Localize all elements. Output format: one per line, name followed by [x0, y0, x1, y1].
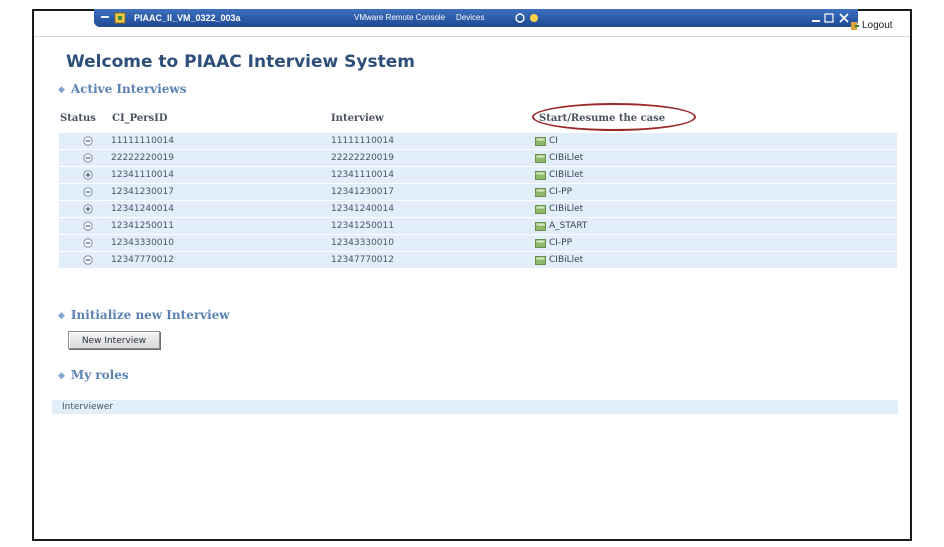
persid-cell: 12341110014 [111, 170, 174, 180]
case-link[interactable]: CI-PP [535, 235, 572, 251]
case-icon [535, 136, 546, 146]
persid-cell: 22222220019 [111, 153, 174, 163]
case-label: CIBiLlet [549, 170, 584, 180]
vm-title: PIAAC_II_VM_0322_003a [134, 13, 241, 23]
interview-cell: 12341110014 [331, 170, 394, 180]
header-divider [34, 36, 910, 37]
annotation-oval [532, 103, 696, 131]
pin-icon[interactable] [100, 12, 110, 22]
page-title: Welcome to PIAAC Interview System [66, 52, 415, 72]
col-header-persid: CI_PersID [112, 113, 168, 124]
table-row: 12343330010 12343330010 CI-PP [59, 235, 897, 251]
persid-cell: 12341240014 [111, 204, 174, 214]
case-label: CIBiLlet [549, 153, 584, 163]
col-header-interview: Interview [331, 113, 384, 124]
vm-power-icon [114, 12, 126, 24]
menu-remote-console[interactable]: VMware Remote Console [354, 9, 445, 27]
case-link[interactable]: CI-PP [535, 184, 572, 200]
status-icon[interactable] [83, 255, 93, 265]
user-info-strip [590, 26, 820, 34]
case-label: CIBiLlet [549, 204, 584, 214]
case-icon [535, 255, 546, 265]
interview-cell: 12341250011 [331, 221, 394, 231]
vm-tools-icon[interactable] [514, 12, 542, 24]
case-link[interactable]: CI [535, 133, 558, 149]
persid-cell: 12343330010 [111, 238, 174, 248]
case-label: CI-PP [549, 238, 573, 248]
table-row: 12341230017 12341230017 CI-PP [59, 184, 897, 200]
case-label: CI-PP [549, 187, 573, 197]
logout-icon [851, 21, 859, 30]
section-label: My roles [70, 368, 129, 382]
status-icon[interactable] [83, 238, 93, 248]
section-bullet-icon: ◆ [58, 311, 65, 321]
interview-cell: 12347770012 [331, 255, 394, 265]
interviews-table: 11111110014 11111110014 CI 22222220019 2… [59, 133, 897, 269]
section-active-interviews[interactable]: ◆ Active Interviews [58, 82, 187, 96]
case-icon [535, 221, 546, 231]
interview-cell: 12343330010 [331, 238, 394, 248]
vm-console-bar: PIAAC_II_VM_0322_003a VMware Remote Cons… [94, 9, 858, 27]
case-link[interactable]: CIBiLlet [535, 252, 583, 268]
interview-cell: 12341240014 [331, 204, 394, 214]
case-link[interactable]: CIBiLlet [535, 167, 583, 183]
section-bullet-icon: ◆ [58, 85, 65, 95]
new-interview-button[interactable]: New Interview [68, 331, 160, 349]
case-icon [535, 153, 546, 163]
table-row: 22222220019 22222220019 CIBiLlet [59, 150, 897, 166]
persid-cell: 12347770012 [111, 255, 174, 265]
case-link[interactable]: CIBiLlet [535, 150, 583, 166]
section-label: Active Interviews [70, 82, 187, 96]
table-row: 11111110014 11111110014 CI [59, 133, 897, 149]
table-row: 12347770012 12347770012 CIBiLlet [59, 252, 897, 268]
interview-cell: 11111110014 [331, 136, 394, 146]
interview-cell: 22222220019 [331, 153, 394, 163]
section-bullet-icon: ◆ [58, 371, 65, 381]
section-my-roles[interactable]: ◆ My roles [58, 368, 129, 382]
table-row: 12341110014 12341110014 CIBiLlet [59, 167, 897, 183]
window-controls-icon[interactable] [810, 11, 852, 25]
persid-cell: 12341250011 [111, 221, 174, 231]
status-icon[interactable] [83, 170, 93, 180]
case-link[interactable]: CIBiLlet [535, 201, 583, 217]
interview-cell: 12341230017 [331, 187, 394, 197]
status-icon[interactable] [83, 187, 93, 197]
status-icon[interactable] [83, 204, 93, 214]
case-link[interactable]: A_START [535, 218, 587, 234]
status-icon[interactable] [83, 153, 93, 163]
case-label: CIBiLlet [549, 255, 584, 265]
persid-cell: 12341230017 [111, 187, 174, 197]
logout-link[interactable]: Logout [850, 20, 893, 31]
case-icon [535, 187, 546, 197]
case-icon [535, 170, 546, 180]
role-label: Interviewer [62, 402, 114, 412]
section-init-new-interview[interactable]: ◆ Initialize new Interview [58, 308, 230, 322]
case-icon [535, 204, 546, 214]
status-icon[interactable] [83, 221, 93, 231]
persid-cell: 11111110014 [111, 136, 174, 146]
menu-devices[interactable]: Devices [456, 9, 484, 27]
case-label: CI [549, 136, 558, 146]
table-row: 12341240014 12341240014 CIBiLlet [59, 201, 897, 217]
role-row: Interviewer [52, 400, 898, 414]
status-icon[interactable] [83, 136, 93, 146]
section-label: Initialize new Interview [70, 308, 230, 322]
col-header-status: Status [60, 113, 96, 124]
case-label: A_START [549, 221, 588, 231]
logout-label: Logout [862, 20, 893, 31]
case-icon [535, 238, 546, 248]
table-row: 12341250011 12341250011 A_START [59, 218, 897, 234]
